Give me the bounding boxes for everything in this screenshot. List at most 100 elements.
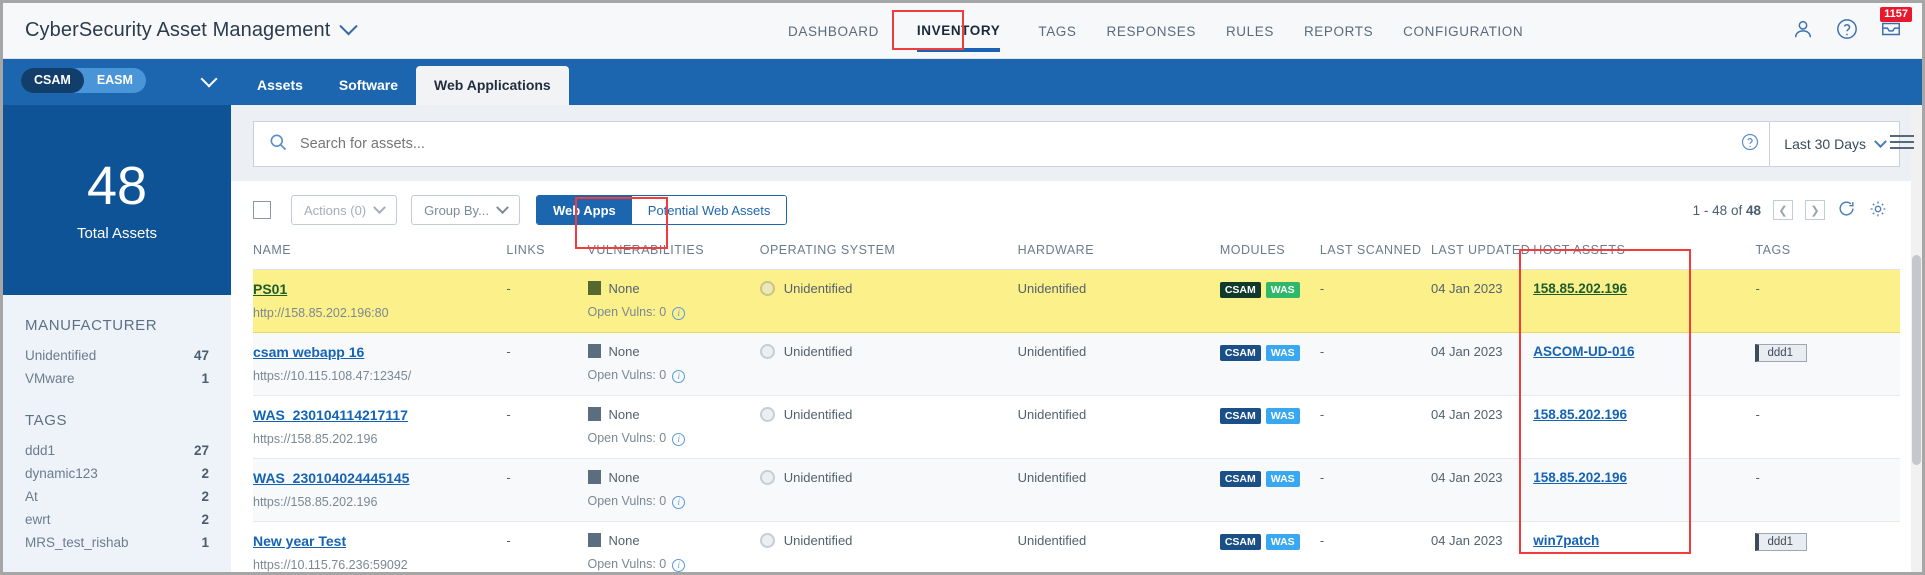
cell-name[interactable]: New year Test https://10.115.76.236:5909…: [253, 521, 507, 572]
column-header-links[interactable]: LINKS: [506, 237, 588, 270]
column-header-operating-system[interactable]: OPERATING SYSTEM: [759, 237, 1018, 270]
help-circle-icon[interactable]: [1741, 133, 1759, 156]
facet-row[interactable]: ewrt 2: [25, 508, 209, 531]
cell-host-assets[interactable]: ASCOM-UD-016: [1533, 332, 1756, 396]
asset-name-link[interactable]: csam webapp 16: [253, 344, 506, 360]
facet-count: 2: [201, 512, 209, 527]
chevron-right-icon[interactable]: ❯: [1805, 200, 1825, 220]
facet-row[interactable]: At 2: [25, 485, 209, 508]
column-header-host-assets[interactable]: HOST ASSETS: [1533, 237, 1756, 270]
table-row[interactable]: WAS_230104024445145 https://158.85.202.1…: [253, 458, 1900, 522]
table-row[interactable]: PS01 http://158.85.202.196:80 - None Ope…: [253, 269, 1900, 333]
nav-item-tags[interactable]: TAGS: [1038, 24, 1076, 39]
column-header-tags[interactable]: TAGS: [1755, 237, 1900, 270]
asset-name-link[interactable]: PS01: [253, 281, 506, 297]
tab-software[interactable]: Software: [321, 77, 416, 105]
chevron-down-icon: [1874, 134, 1887, 148]
facet-row[interactable]: ddd1 27: [25, 439, 209, 462]
info-icon[interactable]: i: [672, 433, 686, 446]
chevron-down-icon[interactable]: [200, 70, 218, 88]
brand[interactable]: CyberSecurity Asset Management: [3, 17, 359, 42]
select-all-checkbox[interactable]: [253, 201, 271, 219]
nav-item-inventory[interactable]: INVENTORY: [909, 18, 1008, 52]
cell-host-assets[interactable]: 158.85.202.196: [1533, 395, 1756, 459]
gear-icon[interactable]: [1868, 199, 1888, 222]
column-header-last-scanned[interactable]: LAST SCANNED: [1319, 237, 1431, 270]
tag-chip[interactable]: ddd1: [1755, 344, 1808, 362]
cell-host-assets[interactable]: 158.85.202.196: [1533, 269, 1756, 333]
refresh-icon[interactable]: [1837, 199, 1856, 221]
nav-item-rules[interactable]: RULES: [1226, 24, 1274, 39]
total-assets-count: 48: [86, 155, 148, 216]
facet-row[interactable]: Unidentified 47: [25, 344, 209, 367]
facet-row[interactable]: dynamic123 2: [25, 462, 209, 485]
column-header-hardware[interactable]: HARDWARE: [1017, 237, 1220, 270]
tag-chip[interactable]: ddd1: [1755, 533, 1808, 551]
open-vulns: Open Vulns: 0i: [588, 557, 760, 572]
chevron-left-icon[interactable]: ❮: [1773, 200, 1793, 220]
cell-links: -: [506, 269, 588, 333]
info-icon[interactable]: i: [672, 370, 686, 383]
cell-name[interactable]: WAS_230104024445145 https://158.85.202.1…: [253, 458, 507, 522]
help-circle-icon[interactable]: [1836, 18, 1858, 45]
cell-modules: CSAM WAS: [1219, 458, 1320, 522]
nav-item-reports[interactable]: REPORTS: [1304, 24, 1373, 39]
nav-item-inventory-label[interactable]: INVENTORY: [917, 23, 1000, 38]
potential-web-assets-toggle[interactable]: Potential Web Assets: [631, 196, 787, 224]
info-icon[interactable]: i: [672, 559, 686, 572]
vertical-scrollbar[interactable]: [1911, 105, 1922, 572]
column-header-name[interactable]: NAME: [253, 237, 507, 270]
facet-row[interactable]: VMware 1: [25, 367, 209, 390]
group-by-button[interactable]: Group By...: [411, 195, 520, 225]
cell-name[interactable]: WAS_230104114217117 https://158.85.202.1…: [253, 395, 507, 459]
facet-title: MANUFACTURER: [25, 317, 158, 334]
column-header-last-updated[interactable]: LAST UPDATED: [1430, 237, 1534, 270]
host-asset-link[interactable]: win7patch: [1533, 533, 1599, 548]
facet-label: ewrt: [25, 512, 51, 527]
host-asset-link[interactable]: 158.85.202.196: [1533, 281, 1627, 296]
host-asset-link[interactable]: 158.85.202.196: [1533, 470, 1627, 485]
cell-host-assets[interactable]: 158.85.202.196: [1533, 458, 1756, 522]
web-apps-toggle[interactable]: Web Apps: [536, 196, 632, 224]
search-input[interactable]: [298, 122, 1742, 166]
nav-item-configuration[interactable]: CONFIGURATION: [1403, 24, 1523, 39]
cell-name[interactable]: csam webapp 16 https://10.115.108.47:123…: [253, 332, 507, 396]
host-asset-link[interactable]: 158.85.202.196: [1533, 407, 1627, 422]
header-actions: 1157: [1792, 3, 1912, 59]
tab-assets[interactable]: Assets: [239, 77, 321, 105]
asset-name-link[interactable]: WAS_230104114217117: [253, 407, 506, 423]
module-toggle[interactable]: CSAM EASM: [21, 68, 146, 93]
cell-tags: ddd1: [1755, 332, 1900, 396]
facet-row[interactable]: MRS_test_rishab 1: [25, 531, 209, 554]
chevron-down-icon[interactable]: [339, 17, 359, 36]
module-toggle-easm[interactable]: EASM: [84, 68, 146, 93]
asset-name-link[interactable]: WAS_230104024445145: [253, 470, 506, 486]
cell-host-assets[interactable]: win7patch: [1533, 521, 1756, 572]
table-row[interactable]: New year Test https://10.115.76.236:5909…: [253, 521, 1900, 572]
date-range-select[interactable]: Last 30 Days: [1769, 122, 1899, 166]
table-row[interactable]: WAS_230104114217117 https://158.85.202.1…: [253, 395, 1900, 459]
actions-button[interactable]: Actions (0): [291, 195, 398, 225]
asset-name-link[interactable]: New year Test: [253, 533, 506, 549]
scrollbar-thumb[interactable]: [1912, 255, 1921, 465]
asset-table: NAME LINKS VULNERABILITIES OPERATING SYS…: [253, 237, 1900, 572]
table-row[interactable]: csam webapp 16 https://10.115.108.47:123…: [253, 332, 1900, 396]
inbox-icon[interactable]: 1157: [1880, 6, 1912, 45]
module-toggle-csam[interactable]: CSAM: [21, 68, 84, 93]
user-icon[interactable]: [1792, 18, 1814, 45]
cell-tags: -: [1755, 269, 1900, 333]
info-icon[interactable]: i: [672, 307, 686, 320]
host-asset-link[interactable]: ASCOM-UD-016: [1533, 344, 1634, 359]
cell-name[interactable]: PS01 http://158.85.202.196:80: [253, 269, 507, 333]
cell-last-updated: 04 Jan 2023: [1430, 395, 1534, 459]
hamburger-menu-icon[interactable]: [1890, 135, 1914, 149]
info-icon[interactable]: i: [672, 496, 686, 509]
view-toggle: Web Apps Potential Web Assets: [535, 195, 788, 225]
nav-item-responses[interactable]: RESPONSES: [1107, 24, 1196, 39]
pagination-range: 1 - 48 of 48: [1692, 202, 1761, 218]
nav-item-dashboard[interactable]: DASHBOARD: [788, 24, 879, 39]
module-chip-csam: CSAM: [1219, 282, 1261, 298]
column-header-modules[interactable]: MODULES: [1219, 237, 1320, 270]
tab-web-applications[interactable]: Web Applications: [416, 66, 569, 105]
column-header-vulnerabilities[interactable]: VULNERABILITIES: [587, 237, 760, 270]
